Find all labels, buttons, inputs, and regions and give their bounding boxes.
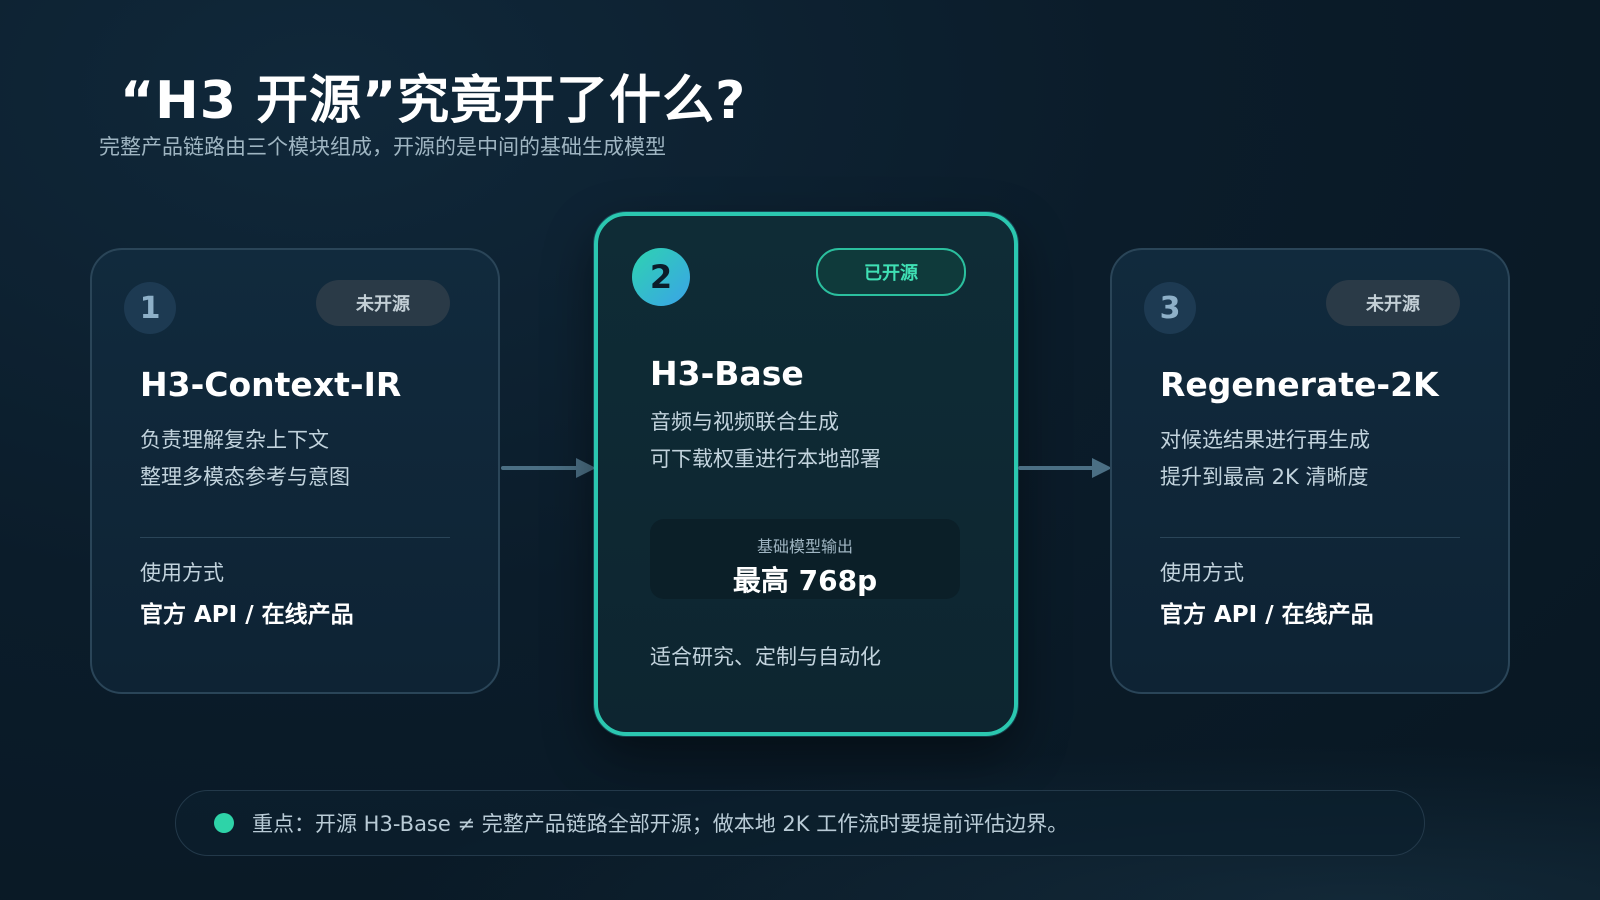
module-description: 对候选结果进行再生成 提升到最高 2K 清晰度 [1160,422,1370,496]
output-label: 基础模型输出 [756,537,853,556]
module-card-context-ir: 1 未开源 H3-Context-IR 负责理解复杂上下文 整理多模态参考与意图… [90,248,500,694]
status-badge-open: 已开源 [816,248,966,296]
step-number-badge: 3 [1144,282,1196,334]
usage-label: 使用方式 [1160,561,1244,585]
output-value: 最高 768p [732,564,878,597]
module-name: H3-Context-IR [140,365,402,404]
description-line: 可下载权重进行本地部署 [650,447,881,471]
module-name: H3-Base [650,354,804,393]
divider [140,537,450,538]
description-line: 对候选结果进行再生成 [1160,428,1370,452]
description-line: 负责理解复杂上下文 [140,428,329,452]
page-subtitle: 完整产品链路由三个模块组成，开源的是中间的基础生成模型 [99,135,666,159]
step-number-badge: 1 [124,282,176,334]
module-description: 负责理解复杂上下文 整理多模态参考与意图 [140,422,350,496]
step-number-badge: 2 [632,248,690,306]
status-badge-closed: 未开源 [316,280,450,326]
arrow-right-icon [501,458,596,478]
description-line: 提升到最高 2K 清晰度 [1160,465,1369,489]
usage-value: 官方 API / 在线产品 [1160,602,1374,628]
module-card-regenerate-2k: 3 未开源 Regenerate-2K 对候选结果进行再生成 提升到最高 2K … [1110,248,1510,694]
note-text: 重点：开源 H3-Base ≠ 完整产品链路全部开源；做本地 2K 工作流时要提… [252,812,1069,836]
bullet-dot-icon [214,813,234,833]
status-badge-closed: 未开源 [1326,280,1460,326]
description-line: 音频与视频联合生成 [650,410,839,434]
arrow-right-icon [1018,458,1112,478]
usage-label: 使用方式 [140,561,224,585]
page-title: “H3 开源”究竟开了什么? [120,71,747,131]
divider [1160,537,1460,538]
key-point-note: 重点：开源 H3-Base ≠ 完整产品链路全部开源；做本地 2K 工作流时要提… [175,790,1425,856]
module-card-h3-base: 2 已开源 H3-Base 音频与视频联合生成 可下载权重进行本地部署 基础模型… [594,212,1018,736]
module-description: 音频与视频联合生成 可下载权重进行本地部署 [650,404,881,478]
use-case-text: 适合研究、定制与自动化 [650,645,881,669]
description-line: 整理多模态参考与意图 [140,465,350,489]
output-info-box: 基础模型输出 最高 768p [650,519,960,599]
module-name: Regenerate-2K [1160,365,1439,404]
usage-value: 官方 API / 在线产品 [140,602,354,628]
